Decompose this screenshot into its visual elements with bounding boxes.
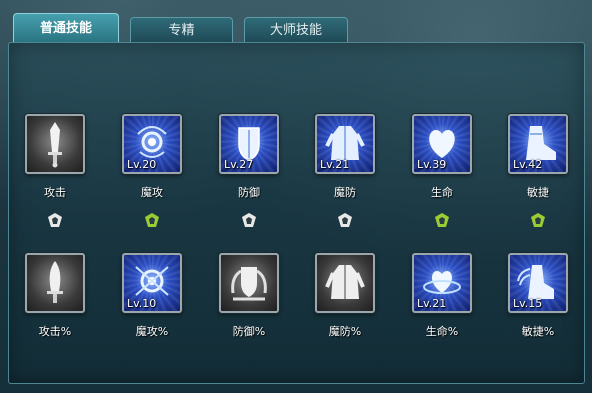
skill-icon-frame xyxy=(219,253,279,313)
skill-icon-frame xyxy=(25,253,85,313)
skill-name: 敏捷 xyxy=(527,186,549,199)
skill-defense[interactable]: Lv.27 防御 xyxy=(201,114,297,200)
skill-agility[interactable]: Lv.42 敏捷 xyxy=(490,114,586,200)
connector-life xyxy=(435,213,449,227)
skill-name: 敏捷% xyxy=(521,325,555,338)
skill-icon-frame: Lv.27 xyxy=(219,114,279,174)
skill-level: Lv.21 xyxy=(417,297,447,310)
blade-icon xyxy=(47,261,63,303)
skill-magic-defense[interactable]: Lv.21 魔防 xyxy=(297,114,393,200)
skill-level: Lv.20 xyxy=(127,158,157,171)
skill-magic-defense-percent[interactable]: 魔防% xyxy=(297,253,393,339)
skill-level: Lv.10 xyxy=(127,297,157,310)
skill-name: 魔防 xyxy=(334,186,356,199)
skill-icon-frame xyxy=(25,114,85,174)
skill-magic-attack-percent[interactable]: Lv.10 魔攻% xyxy=(104,253,200,339)
tab-specialization[interactable]: 专精 xyxy=(130,17,233,42)
skill-defense-percent[interactable]: 防御% xyxy=(201,253,297,339)
connector-attack xyxy=(48,213,62,227)
skill-name: 魔攻 xyxy=(141,186,163,199)
skill-attack-percent[interactable]: 攻击% xyxy=(7,253,103,339)
skill-name: 魔防% xyxy=(328,325,362,338)
skill-attack[interactable]: 攻击 xyxy=(7,114,103,200)
skill-life[interactable]: Lv.39 生命 xyxy=(394,114,490,200)
skill-life-percent[interactable]: Lv.21 生命% xyxy=(394,253,490,339)
skill-name: 攻击 xyxy=(44,186,66,199)
winged-shield-icon xyxy=(231,267,267,301)
connector-defense xyxy=(242,213,256,227)
skill-level: Lv.21 xyxy=(320,158,350,171)
tab-normal-skills[interactable]: 普通技能 xyxy=(13,13,119,43)
connector-magic-attack xyxy=(145,213,159,227)
skill-name: 防御 xyxy=(238,186,260,199)
skill-name: 魔攻% xyxy=(135,325,169,338)
skill-agility-percent[interactable]: Lv.15 敏捷% xyxy=(490,253,586,339)
connector-agility xyxy=(531,213,545,227)
skill-icon-frame xyxy=(315,253,375,313)
skill-icon-frame: Lv.21 xyxy=(412,253,472,313)
skill-magic-attack[interactable]: Lv.20 魔攻 xyxy=(104,114,200,200)
skill-name: 攻击% xyxy=(38,325,72,338)
skill-name: 防御% xyxy=(232,325,266,338)
skill-name: 生命% xyxy=(425,325,459,338)
skill-level: Lv.27 xyxy=(224,158,254,171)
skill-icon-frame: Lv.42 xyxy=(508,114,568,174)
skill-level: Lv.42 xyxy=(513,158,543,171)
connector-magic-defense xyxy=(338,213,352,227)
skill-icon-frame: Lv.15 xyxy=(508,253,568,313)
skill-level: Lv.39 xyxy=(417,158,447,171)
armor-icon xyxy=(325,265,365,299)
tab-master-skills[interactable]: 大师技能 xyxy=(244,17,348,42)
skill-level: Lv.15 xyxy=(513,297,543,310)
sword-icon xyxy=(48,122,62,168)
skill-icon-frame: Lv.39 xyxy=(412,114,472,174)
skill-name: 生命 xyxy=(431,186,453,199)
skill-icon-frame: Lv.20 xyxy=(122,114,182,174)
skill-icon-frame: Lv.10 xyxy=(122,253,182,313)
skill-icon-frame: Lv.21 xyxy=(315,114,375,174)
